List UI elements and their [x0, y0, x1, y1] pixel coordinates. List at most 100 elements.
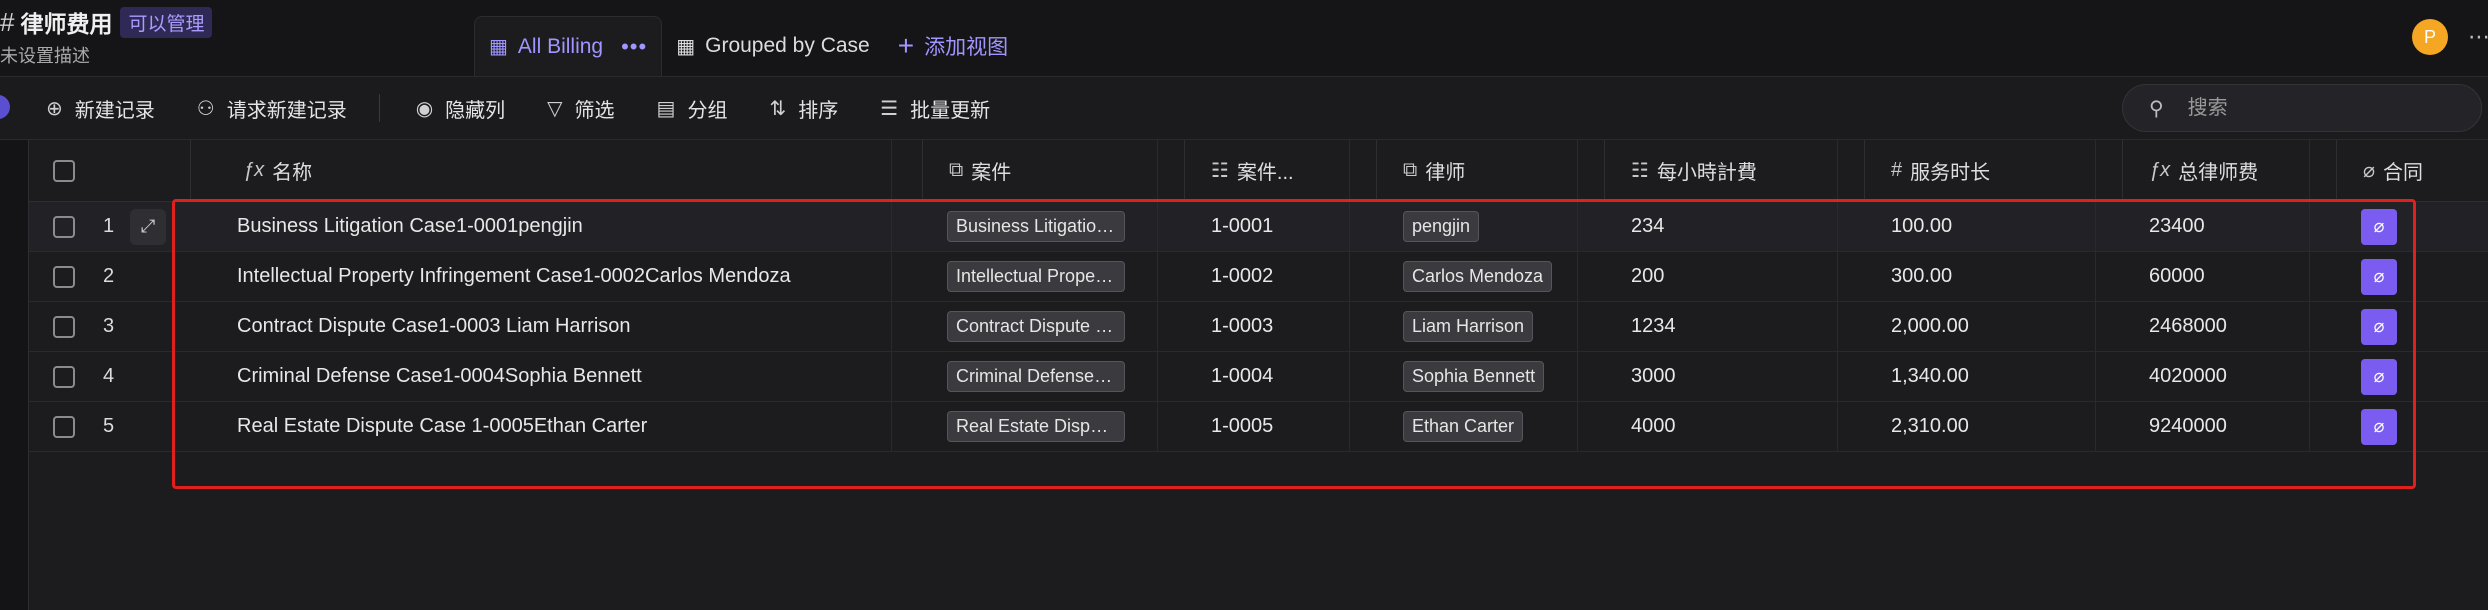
cell-hourly-rate[interactable]: 1234	[1605, 302, 1865, 351]
cell-service-hours[interactable]: 100.00	[1865, 202, 2123, 251]
cell-lawyer[interactable]: Ethan Carter	[1377, 402, 1605, 451]
cell-hourly-rate[interactable]: 3000	[1605, 352, 1865, 401]
group-icon: ▤	[656, 97, 676, 120]
cell-contract[interactable]: ⌀	[2337, 402, 2488, 451]
cell-lawyer[interactable]: Carlos Mendoza	[1377, 252, 1605, 301]
page-title[interactable]: 律师费用	[20, 5, 112, 39]
column-header-contract[interactable]: ⌀ 合同	[2337, 140, 2488, 201]
table-row[interactable]: 3 Contract Dispute Case1-0003 Liam Harris…	[29, 302, 2488, 352]
lawyer-chip[interactable]: Liam Harrison	[1403, 311, 1534, 342]
row-checkbox[interactable]	[53, 215, 75, 238]
cell-total-fee[interactable]: 23400	[2123, 202, 2337, 251]
table-row[interactable]: 5 Real Estate Dispute Case 1-0005Ethan Ca…	[29, 402, 2488, 452]
cell-case[interactable]: Criminal Defense C...	[923, 352, 1185, 401]
link-record-icon: ⧉	[949, 159, 964, 181]
expand-record-icon[interactable]: ⤢	[130, 208, 167, 245]
cell-hourly-rate[interactable]: 234	[1605, 202, 1865, 251]
cell-name[interactable]: Real Estate Dispute Case 1-0005Ethan Car…	[191, 402, 923, 451]
cell-name[interactable]: Intellectual Property Infringement Case1…	[191, 252, 923, 301]
cell-total-fee[interactable]: 9240000	[2123, 402, 2337, 451]
cell-hourly-rate[interactable]: 4000	[1605, 402, 1865, 451]
case-chip[interactable]: Contract Dispute C...	[947, 311, 1125, 342]
page-description[interactable]: 未设置描述	[0, 42, 212, 68]
column-header-lawyer[interactable]: ⧉ 律师	[1377, 140, 1605, 201]
cell-contract[interactable]: ⌀	[2337, 202, 2488, 251]
cell-service-hours[interactable]: 2,000.00	[1865, 302, 2123, 351]
case-chip[interactable]: Criminal Defense C...	[947, 361, 1125, 392]
column-label: 案件...	[1236, 162, 1294, 184]
more-options-icon[interactable]: •••	[621, 34, 647, 60]
attachment-file-icon[interactable]: ⌀	[2361, 358, 2397, 395]
column-header-hourly-rate[interactable]: ☷ 每小時計費	[1605, 140, 1865, 201]
cell-total-fee[interactable]: 2468000	[2123, 302, 2337, 351]
table-row[interactable]: 4 Criminal Defense Case1-0004Sophia Benne…	[29, 352, 2488, 402]
more-menu-icon[interactable]: ⋯	[2468, 24, 2488, 50]
request-new-record-button[interactable]: ⚇ 请求新建记录	[197, 94, 347, 123]
new-record-button[interactable]: ⊕ 新建记录	[46, 94, 155, 123]
search-box[interactable]: ⚲	[2122, 84, 2482, 132]
hide-columns-button[interactable]: ◉ 隐藏列	[416, 94, 505, 123]
row-checkbox[interactable]	[53, 415, 75, 438]
cell-case[interactable]: Real Estate Dispute...	[923, 402, 1185, 451]
tab-all-billing[interactable]: ▦ All Billing •••	[474, 16, 663, 76]
table-header: ƒx 名称 ⧉ 案件 ☷ 案件... ⧉ 律师 ☷ 每小時計費 # 服务时长 ƒ…	[29, 140, 2488, 202]
cell-total-fee[interactable]: 4020000	[2123, 352, 2337, 401]
table-row[interactable]: 1 ⤢ Business Litigation Case1-0001pengjin B…	[29, 202, 2488, 252]
cell-service-hours[interactable]: 1,340.00	[1865, 352, 2123, 401]
bulk-update-button[interactable]: ☰ 批量更新	[880, 94, 990, 123]
cell-case[interactable]: Intellectual Propert...	[923, 252, 1185, 301]
cell-contract[interactable]: ⌀	[2337, 352, 2488, 401]
cell-name[interactable]: Business Litigation Case1-0001pengjin	[191, 202, 923, 251]
table-row[interactable]: 2 Intellectual Property Infringement Case…	[29, 252, 2488, 302]
column-header-total-fee[interactable]: ƒx 总律师费	[2123, 140, 2337, 201]
toolbar-divider	[378, 94, 380, 122]
filter-button[interactable]: ▽ 筛选	[547, 94, 614, 123]
search-input[interactable]	[2185, 95, 2430, 121]
sidebar-toggle-handle[interactable]	[0, 95, 10, 119]
group-button[interactable]: ▤ 分组	[657, 94, 728, 123]
column-divider	[2095, 140, 2096, 452]
cell-case[interactable]: Business Litigation ...	[923, 202, 1185, 251]
cell-name[interactable]: Contract Dispute Case1-0003 Liam Harriso…	[191, 302, 923, 351]
row-number: 5	[103, 415, 115, 437]
row-select-cell: 1 ⤢	[29, 202, 191, 251]
attachment-file-icon[interactable]: ⌀	[2361, 308, 2397, 345]
sort-button[interactable]: ⇅ 排序	[769, 94, 838, 123]
column-header-name[interactable]: ƒx 名称	[191, 140, 923, 201]
attachment-file-icon[interactable]: ⌀	[2361, 208, 2397, 245]
plus-circle-icon: ⊕	[46, 97, 63, 120]
row-checkbox[interactable]	[53, 365, 75, 388]
column-header-service-hours[interactable]: # 服务时长	[1865, 140, 2123, 201]
hide-columns-label: 隐藏列	[445, 99, 506, 122]
cell-hourly-rate[interactable]: 200	[1605, 252, 1865, 301]
cell-total-fee[interactable]: 60000	[2123, 252, 2337, 301]
column-header-case[interactable]: ⧉ 案件	[923, 140, 1185, 201]
attachment-file-icon[interactable]: ⌀	[2361, 258, 2397, 295]
row-checkbox[interactable]	[53, 265, 75, 288]
cell-lawyer[interactable]: pengjin	[1377, 202, 1605, 251]
cell-name[interactable]: Criminal Defense Case1-0004Sophia Bennet…	[191, 352, 923, 401]
cell-contract[interactable]: ⌀	[2337, 302, 2488, 351]
cell-contract[interactable]: ⌀	[2337, 252, 2488, 301]
lawyer-chip[interactable]: Sophia Bennett	[1403, 361, 1545, 392]
column-divider	[1349, 140, 1350, 452]
row-number: 2	[103, 265, 115, 287]
tab-grouped-by-case[interactable]: ▦ Grouped by Case	[662, 16, 884, 76]
case-chip[interactable]: Business Litigation ...	[947, 211, 1125, 242]
tab-label: All Billing	[517, 34, 604, 58]
attachment-file-icon[interactable]: ⌀	[2361, 408, 2397, 445]
row-checkbox[interactable]	[53, 315, 75, 338]
select-all-checkbox[interactable]	[53, 159, 75, 182]
cell-service-hours[interactable]: 300.00	[1865, 252, 2123, 301]
cell-service-hours[interactable]: 2,310.00	[1865, 402, 2123, 451]
lawyer-chip[interactable]: pengjin	[1403, 211, 1480, 242]
case-chip[interactable]: Intellectual Propert...	[947, 261, 1125, 292]
lawyer-chip[interactable]: Ethan Carter	[1403, 411, 1524, 442]
case-chip[interactable]: Real Estate Dispute...	[947, 411, 1125, 442]
add-view-button[interactable]: + 添加视图	[884, 16, 1022, 76]
lawyer-chip[interactable]: Carlos Mendoza	[1403, 261, 1553, 292]
avatar[interactable]: P	[2412, 19, 2448, 55]
cell-lawyer[interactable]: Sophia Bennett	[1377, 352, 1605, 401]
cell-lawyer[interactable]: Liam Harrison	[1377, 302, 1605, 351]
cell-case[interactable]: Contract Dispute C...	[923, 302, 1185, 351]
